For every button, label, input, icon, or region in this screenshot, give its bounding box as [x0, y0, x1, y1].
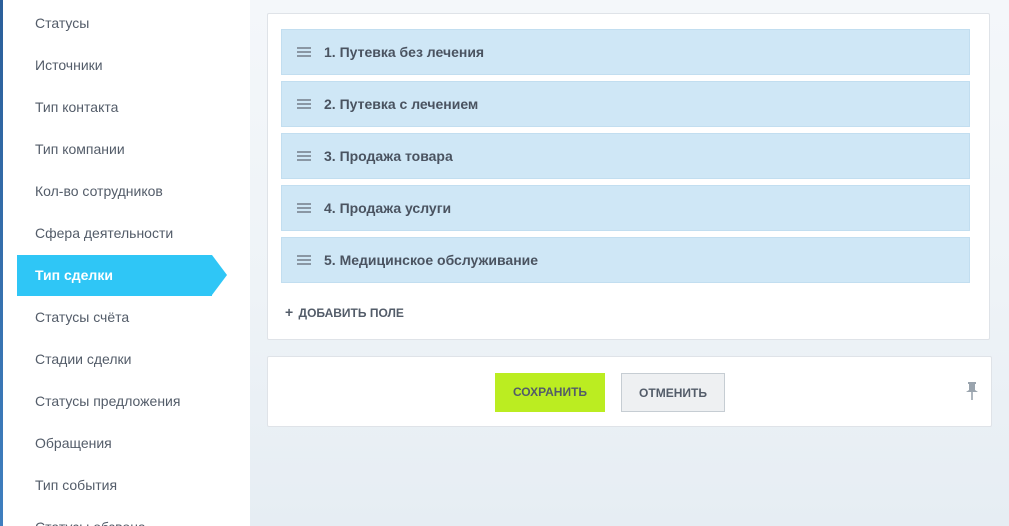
field-row[interactable]: 2. Путевка с лечением	[281, 81, 970, 127]
pin-icon[interactable]	[965, 382, 979, 400]
drag-handle-icon[interactable]	[297, 99, 311, 110]
save-button[interactable]: СОХРАНИТЬ	[495, 373, 605, 412]
sidebar-item-quote-statuses[interactable]: Статусы предложения	[17, 381, 212, 422]
sidebar-item-sources[interactable]: Источники	[17, 45, 212, 86]
sidebar-item-call-statuses[interactable]: Статусы обзвона	[17, 507, 212, 526]
sidebar-item-employee-count[interactable]: Кол-во сотрудников	[17, 171, 212, 212]
drag-handle-icon[interactable]	[297, 151, 311, 162]
sidebar-item-contact-type[interactable]: Тип контакта	[17, 87, 212, 128]
field-row[interactable]: 4. Продажа услуги	[281, 185, 970, 231]
settings-sidebar: Статусы Источники Тип контакта Тип компа…	[3, 0, 250, 526]
field-label: 3. Продажа товара	[324, 148, 453, 164]
field-label: 1. Путевка без лечения	[324, 44, 485, 60]
field-label: 5. Медицинское обслуживание	[324, 252, 539, 268]
field-row[interactable]: 5. Медицинское обслуживание	[281, 237, 970, 283]
field-row[interactable]: 1. Путевка без лечения	[281, 29, 970, 75]
drag-handle-icon[interactable]	[297, 203, 311, 214]
form-footer: СОХРАНИТЬ ОТМЕНИТЬ	[267, 356, 992, 427]
add-field-label: ДОБАВИТЬ ПОЛЕ	[298, 306, 404, 320]
sidebar-item-invoice-statuses[interactable]: Статусы счёта	[17, 297, 212, 338]
field-row[interactable]: 3. Продажа товара	[281, 133, 970, 179]
drag-handle-icon[interactable]	[297, 47, 311, 58]
sidebar-item-requests[interactable]: Обращения	[17, 423, 212, 464]
fields-panel: 1. Путевка без лечения 2. Путевка с лече…	[267, 13, 990, 340]
field-label: 2. Путевка с лечением	[324, 96, 479, 112]
sidebar-item-statuses[interactable]: Статусы	[17, 3, 212, 44]
sidebar-item-deal-stages[interactable]: Стадии сделки	[17, 339, 212, 380]
sidebar-item-company-type[interactable]: Тип компании	[17, 129, 212, 170]
add-field-button[interactable]: + ДОБАВИТЬ ПОЛЕ	[285, 304, 404, 320]
cancel-button[interactable]: ОТМЕНИТЬ	[621, 373, 725, 412]
plus-icon: +	[285, 304, 294, 320]
sidebar-item-industry[interactable]: Сфера деятельности	[17, 213, 212, 254]
drag-handle-icon[interactable]	[297, 255, 311, 266]
sidebar-item-deal-type[interactable]: Тип сделки	[17, 255, 227, 296]
sidebar-item-event-type[interactable]: Тип события	[17, 465, 212, 506]
field-label: 4. Продажа услуги	[324, 200, 452, 216]
